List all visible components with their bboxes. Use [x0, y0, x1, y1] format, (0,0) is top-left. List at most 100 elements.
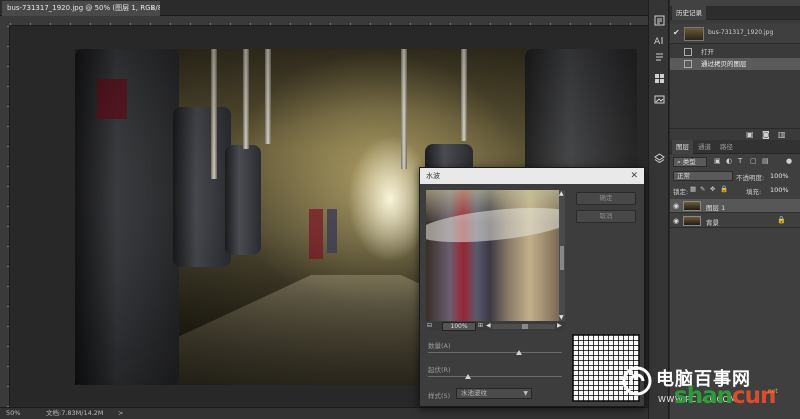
style-label: 样式(S) [428, 392, 451, 400]
layers-icon[interactable] [653, 152, 666, 165]
scroll-thumb[interactable] [522, 324, 528, 329]
preview-swirl [426, 201, 559, 249]
visibility-eye-icon[interactable]: ◉ [673, 202, 679, 210]
lock-transparent-icon[interactable]: ▦ [690, 185, 696, 193]
horizontal-ruler[interactable] [10, 16, 648, 26]
svg-text:A: A [654, 37, 661, 47]
blend-mode-value: 正常 [677, 172, 690, 180]
watermark-domain-a: shan [674, 383, 733, 409]
document-icon [684, 60, 692, 68]
history-item-open[interactable]: 打开 [670, 46, 800, 58]
camera-icon[interactable]: ◙ [762, 130, 770, 139]
filter-preview[interactable] [426, 190, 559, 321]
status-zoom[interactable]: 50% [6, 408, 20, 419]
layer-item-layer-1[interactable]: ◉ 图层 1 [670, 199, 800, 213]
layer-filter-select[interactable]: ⌕ 类型 [673, 157, 707, 167]
watermark-domain-suffix: .net [766, 388, 778, 395]
status-menu-arrow[interactable]: > [118, 408, 123, 419]
snapshot-name: bus-731317_1920.jpg [708, 29, 774, 36]
fill-value[interactable]: 100% [770, 186, 789, 194]
smart-object-filter-icon[interactable]: ▤ [762, 157, 769, 165]
style-select[interactable]: 水池波纹 ▼ [456, 388, 532, 399]
image-panel-icon[interactable] [653, 93, 666, 106]
shape-filter-icon[interactable]: ▢ [750, 157, 757, 165]
lock-row: 锁定: ▦ ✎ ✥ 🔒 填充: 100% [670, 185, 800, 197]
close-icon[interactable]: ✕ [630, 168, 638, 184]
swatches-icon[interactable] [653, 72, 666, 85]
zoom-out-icon[interactable]: ⊟ [427, 322, 432, 329]
filter-toggle-icon[interactable]: ● [786, 157, 792, 165]
close-tab-icon[interactable]: × [150, 1, 156, 16]
character-icon[interactable]: A [653, 34, 666, 47]
blend-mode-select[interactable]: 正常 [673, 171, 733, 181]
preview-horizontal-scrollbar[interactable] [492, 324, 555, 329]
document-tab-title: bus-731317_1920.jpg @ 50% (图层 1, RGB/8#)… [7, 4, 160, 12]
scroll-left-icon[interactable]: ◀ [486, 322, 491, 329]
history-footer: ▣ ◙ ▥ [670, 128, 800, 140]
pixel-filter-icon[interactable]: ▣ [714, 157, 721, 165]
vertical-ruler[interactable] [0, 16, 10, 407]
lock-all-icon[interactable]: 🔒 [720, 185, 728, 193]
history-icon[interactable] [653, 14, 666, 27]
tab-paths[interactable]: 路径 [716, 140, 737, 154]
layer-item-background[interactable]: ◉ 背景 🔒 [670, 214, 800, 228]
layer-thumbnail [683, 201, 701, 211]
amount-label: 数量(A) [428, 342, 451, 350]
layer-name: 图层 1 [706, 204, 726, 212]
amount-slider[interactable] [428, 350, 562, 355]
filter-dialog: 水波 ✕ ▲ ▼ ⊟ 100% ⊞ ◀ ▶ 确定 取消 数量(A) 起伏(R) … [419, 167, 645, 407]
scroll-up-icon[interactable]: ▲ [559, 190, 564, 197]
paragraph-icon[interactable] [653, 51, 666, 64]
right-panels: 历史记录 ✔ bus-731317_1920.jpg 打开 通过拷贝的图层 ▣ … [670, 0, 800, 419]
history-item-label: 打开 [701, 48, 714, 56]
preview-zoom-bar: ⊟ 100% ⊞ ◀ ▶ [426, 322, 565, 331]
new-document-from-state-icon[interactable]: ▣ [746, 130, 754, 139]
scroll-right-icon[interactable]: ▶ [557, 322, 562, 329]
tab-layers[interactable]: 图层 [672, 140, 693, 154]
watermark-domain-b: cun [731, 383, 776, 409]
lock-icon[interactable]: 🔒 [777, 216, 786, 224]
adjustment-filter-icon[interactable]: ◐ [726, 157, 732, 165]
style-select-value: 水池波纹 [461, 389, 487, 397]
layer-filter-value: 类型 [682, 158, 696, 166]
tab-channels[interactable]: 通道 [694, 140, 715, 154]
chevron-down-icon: ▼ [523, 390, 528, 397]
watermark-domain: shancun [674, 383, 776, 409]
visibility-eye-icon[interactable]: ◉ [673, 217, 679, 225]
snapshot-thumbnail [684, 27, 704, 41]
layers-panel-header: 图层 通道 路径 [670, 140, 800, 154]
layer-thumbnail [683, 216, 701, 226]
amount-slider-knob[interactable] [516, 350, 523, 355]
cancel-button[interactable]: 取消 [576, 210, 636, 223]
ruler-origin[interactable] [0, 16, 10, 26]
document-icon [684, 48, 692, 56]
zoom-in-icon[interactable]: ⊞ [478, 322, 483, 329]
dialog-title: 水波 [426, 172, 440, 180]
brand-logo-icon [622, 366, 652, 396]
history-item-label: 通过拷贝的图层 [701, 60, 747, 68]
history-item-layer-via-copy[interactable]: 通过拷贝的图层 [670, 58, 800, 70]
scroll-down-icon[interactable]: ▼ [559, 314, 564, 321]
site-watermark: 电脑百事网 WWW.PC841.COM shancun .net [618, 360, 800, 419]
trash-icon[interactable]: ▥ [778, 130, 786, 139]
checkmark-icon: ✔ [673, 28, 680, 37]
ridges-slider[interactable] [428, 374, 562, 379]
panel-icon-strip: A [648, 0, 669, 419]
tab-history[interactable]: 历史记录 [672, 6, 706, 20]
dialog-title-bar[interactable]: 水波 ✕ [420, 168, 644, 184]
document-tab-bar: bus-731317_1920.jpg @ 50% (图层 1, RGB/8#)… [0, 0, 648, 16]
ridges-slider-knob[interactable] [465, 374, 472, 379]
preview-vertical-scrollbar[interactable]: ▲ ▼ [559, 190, 565, 321]
history-panel: 历史记录 ✔ bus-731317_1920.jpg 打开 通过拷贝的图层 ▣ … [670, 6, 800, 140]
type-filter-icon[interactable]: T [738, 157, 742, 165]
opacity-value[interactable]: 100% [770, 172, 789, 180]
scroll-thumb[interactable] [560, 246, 564, 270]
lock-pixels-icon[interactable]: ✎ [700, 185, 705, 193]
history-snapshot[interactable]: ✔ bus-731317_1920.jpg [670, 24, 800, 44]
layer-filter-row: ⌕ 类型 ▣ ◐ T ▢ ▤ ● [670, 157, 800, 169]
blend-row: 正常 不透明度: 100% [670, 171, 800, 183]
ok-button[interactable]: 确定 [576, 192, 636, 205]
ridges-label: 起伏(R) [428, 366, 451, 374]
document-tab[interactable]: bus-731317_1920.jpg @ 50% (图层 1, RGB/8#)… [2, 1, 160, 16]
lock-position-icon[interactable]: ✥ [710, 185, 715, 193]
